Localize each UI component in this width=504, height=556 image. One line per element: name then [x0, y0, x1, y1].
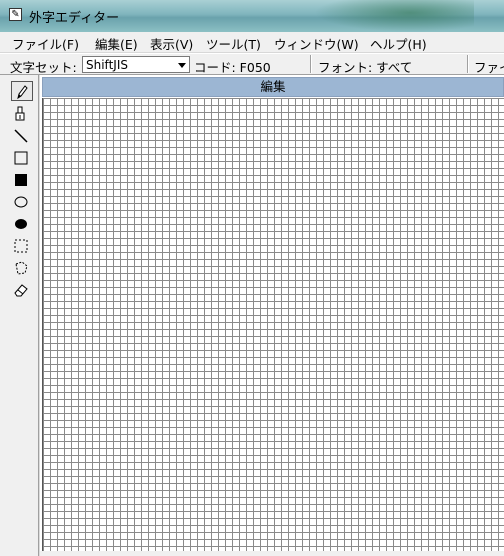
brush-icon [15, 106, 25, 121]
filled-rectangle-icon [15, 174, 27, 186]
menu-edit[interactable]: 編集(E) [95, 34, 138, 53]
charset-label: 文字セット: [10, 60, 77, 75]
window-title: 外字エディター [29, 11, 120, 26]
hollow-ellipse-icon [14, 196, 28, 208]
eraser-icon [14, 284, 28, 297]
filled-rectangle-tool[interactable] [11, 170, 33, 190]
chevron-down-icon[interactable] [178, 63, 186, 68]
title-bar[interactable]: ✎ 外字エディター [0, 0, 504, 32]
charset-dropdown[interactable]: ShiftJIS [82, 56, 190, 73]
hollow-rectangle-tool[interactable] [11, 148, 33, 168]
brush-tool[interactable] [11, 104, 33, 124]
menu-bar: ファイル(F) 編集(E) 表示(V) ツール(T) ウィンドウ(W) ヘルプ(… [0, 32, 504, 53]
font-file-label: ファイ [474, 60, 504, 75]
filled-ellipse-tool[interactable] [11, 214, 33, 234]
freeform-selection-tool[interactable] [11, 258, 33, 278]
menu-window[interactable]: ウィンドウ(W) [274, 34, 359, 53]
edit-window: 編集 [40, 75, 504, 556]
tool-panel [0, 75, 38, 556]
font-label: フォント: すべて [318, 60, 413, 75]
hollow-rectangle-icon [14, 151, 28, 165]
freeform-selection-icon [15, 261, 28, 275]
menu-file[interactable]: ファイル(F) [12, 34, 79, 53]
pencil-tool[interactable] [11, 81, 33, 101]
toolbar-divider [310, 55, 312, 73]
line-icon [14, 129, 28, 143]
pencil-paper-icon[interactable]: ✎ [9, 8, 22, 21]
rectangular-selection-icon [14, 239, 28, 253]
menu-view[interactable]: 表示(V) [150, 34, 193, 53]
charset-value: ShiftJIS [86, 58, 128, 72]
eraser-tool[interactable] [11, 280, 33, 300]
toolbar: 文字セット: ShiftJIS コード: F050 フォント: すべて ファイ [0, 53, 504, 75]
edit-window-title: 編集 [42, 77, 504, 97]
glyph-edit-grid[interactable] [42, 98, 504, 555]
line-tool[interactable] [11, 126, 33, 146]
toolbar-divider [467, 55, 469, 73]
code-label: コード: F050 [194, 60, 271, 75]
filled-ellipse-icon [15, 219, 27, 229]
menu-tools[interactable]: ツール(T) [206, 34, 261, 53]
rectangular-selection-tool[interactable] [11, 236, 33, 256]
edit-window-bottom-edge [40, 551, 504, 556]
pencil-icon [17, 85, 28, 100]
menu-help[interactable]: ヘルプ(H) [370, 34, 427, 53]
hollow-ellipse-tool[interactable] [11, 192, 33, 212]
